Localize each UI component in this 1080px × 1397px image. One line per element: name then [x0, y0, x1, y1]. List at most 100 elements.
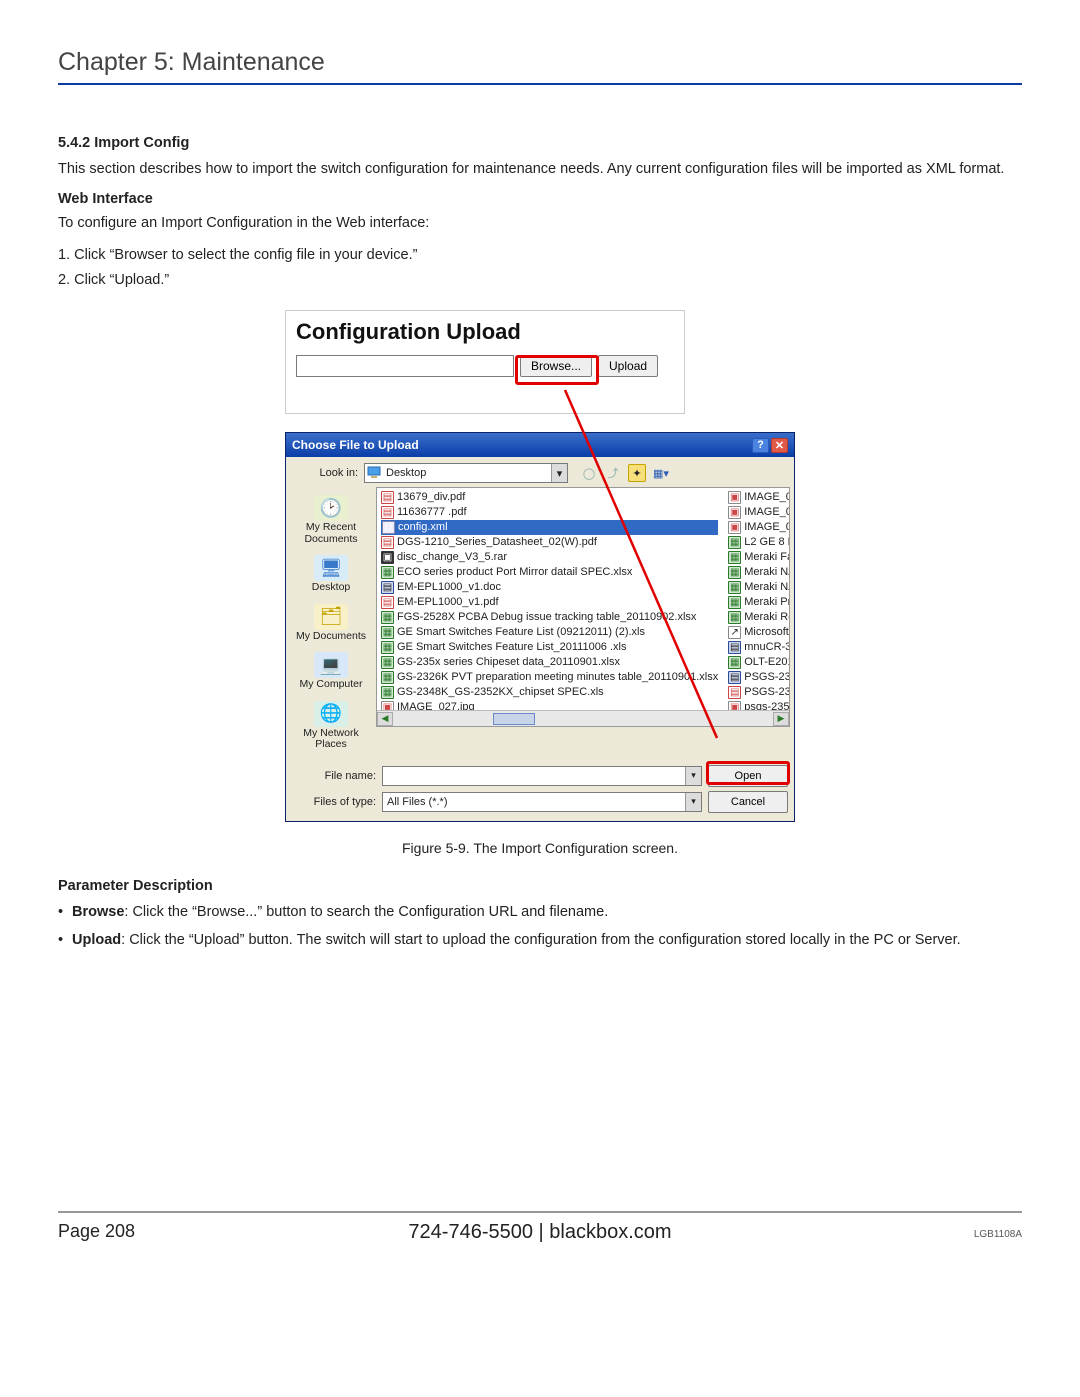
xml-icon: ⟨⟩	[382, 521, 395, 534]
sidebar-desktop[interactable]: 🖥 Desktop	[288, 551, 374, 598]
sidebar-recent-documents[interactable]: 🕑 My Recent Documents	[288, 491, 374, 549]
file-item-label: disc_change_V3_5.rar	[397, 550, 507, 565]
xls-icon: ▦	[381, 671, 394, 684]
new-folder-icon[interactable]: ✦	[628, 464, 646, 482]
file-item-label: ECO series product Port Mirror datail SP…	[397, 565, 632, 580]
chevron-down-icon[interactable]: ▾	[685, 767, 701, 785]
file-item[interactable]: ▤11636777 .pdf	[381, 505, 718, 520]
sidebar-my-network[interactable]: 🌐 My Network Places	[288, 697, 374, 755]
lookin-value: Desktop	[386, 467, 426, 479]
pdf-icon: ▤	[728, 686, 741, 699]
xls-icon: ▦	[728, 596, 741, 609]
xls-icon: ▦	[728, 611, 741, 624]
file-item[interactable]: ▣IMAGE_041.jpg	[728, 520, 790, 535]
file-item-label: GE Smart Switches Feature List (09212011…	[397, 625, 645, 640]
xls-icon: ▦	[381, 626, 394, 639]
file-item[interactable]: ▦ECO series product Port Mirror datail S…	[381, 565, 718, 580]
doc-icon: ▤	[728, 671, 741, 684]
file-item[interactable]: ▦GE Smart Switches Feature List_20111006…	[381, 640, 718, 655]
file-type-dropdown[interactable]: All Files (*.*) ▾	[382, 792, 702, 812]
model-number: LGB1108A	[974, 1229, 1022, 1240]
file-item[interactable]: ▦Meraki Fan issue t	[728, 550, 790, 565]
file-item[interactable]: ↗Microsoft Outlook	[728, 625, 790, 640]
file-item[interactable]: ▦Meraki Review Me	[728, 610, 790, 625]
upload-button[interactable]: Upload	[598, 355, 658, 377]
file-item[interactable]: ▤EM-EPL1000_v1.doc	[381, 580, 718, 595]
sidebar-my-computer[interactable]: 💻 My Computer	[288, 648, 374, 695]
scroll-right-icon[interactable]: ▶	[773, 712, 789, 726]
section-intro: This section describes how to import the…	[58, 159, 1022, 181]
xls-icon: ▦	[728, 536, 741, 549]
file-item[interactable]: ▤mnuCR-3816(2008	[728, 640, 790, 655]
file-item[interactable]: ▣IMAGE_040.jpg	[728, 505, 790, 520]
nav-up-icon[interactable]: ⤴	[604, 464, 622, 482]
file-item-label: FGS-2528X PCBA Debug issue tracking tabl…	[397, 610, 696, 625]
file-item[interactable]: ▤EM-EPL1000_v1.pdf	[381, 595, 718, 610]
close-icon[interactable]: ✕	[771, 438, 788, 453]
file-item[interactable]: ▤13679_div.pdf	[381, 490, 718, 505]
file-item[interactable]: ▦L2 GE 8 Ports PoE	[728, 535, 790, 550]
scroll-left-icon[interactable]: ◀	[377, 712, 393, 726]
file-item-label: GS-235x series Chipeset data_20110901.xl…	[397, 655, 620, 670]
browse-button[interactable]: Browse...	[520, 355, 592, 377]
file-item[interactable]: ▣IMAGE_028.jpg	[728, 490, 790, 505]
desktop-icon: 🖥	[314, 555, 348, 581]
file-item-label: IMAGE_040.jpg	[744, 505, 790, 520]
pdf-icon: ▤	[381, 491, 394, 504]
file-item[interactable]: ▤PSGS-2310G_HW I	[728, 685, 790, 700]
file-item-label: IMAGE_041.jpg	[744, 520, 790, 535]
xls-icon: ▦	[381, 611, 394, 624]
xls-icon: ▦	[381, 686, 394, 699]
file-item[interactable]: ▦Meraki Project MP	[728, 595, 790, 610]
chevron-down-icon: ▾	[551, 464, 567, 482]
file-item-label: PSGS-2310G_HW I	[744, 685, 790, 700]
sidebar-my-documents[interactable]: 🗂 My Documents	[288, 600, 374, 647]
cancel-button[interactable]: Cancel	[708, 791, 788, 813]
sidebar-label: My Network Places	[288, 728, 374, 751]
file-item[interactable]: ▦GS-2326K PVT preparation meeting minute…	[381, 670, 718, 685]
file-name-input[interactable]: ▾	[382, 766, 702, 786]
config-upload-panel: Configuration Upload Browse... Upload	[285, 310, 685, 414]
file-item[interactable]: ▦Meraki NAND flash	[728, 580, 790, 595]
file-item[interactable]: ▦GS-235x series Chipeset data_20110901.x…	[381, 655, 718, 670]
views-icon[interactable]: ▦▾	[652, 464, 670, 482]
sidebar-label: My Documents	[288, 631, 374, 643]
file-item[interactable]: ▣disc_change_V3_5.rar	[381, 550, 718, 565]
rar-icon: ▣	[381, 551, 394, 564]
file-item[interactable]: ⟨⟩config.xml	[381, 520, 718, 535]
step-2: 2. Click “Upload.”	[58, 270, 1022, 292]
file-item-label: OLT-E201 DVT Rev	[744, 655, 790, 670]
file-item[interactable]: ▤DGS-1210_Series_Datasheet_02(W).pdf	[381, 535, 718, 550]
file-item-label: Meraki NAND flash	[744, 565, 790, 580]
file-item[interactable]: ▦GS-2348K_GS-2352KX_chipset SPEC.xls	[381, 685, 718, 700]
desktop-icon	[367, 466, 383, 480]
lookin-dropdown[interactable]: Desktop ▾	[364, 463, 568, 483]
file-item-label: EM-EPL1000_v1.pdf	[397, 595, 499, 610]
scroll-thumb[interactable]	[493, 713, 535, 725]
config-file-input[interactable]	[296, 355, 514, 377]
open-button[interactable]: Open	[708, 765, 788, 787]
file-item[interactable]: ▦GE Smart Switches Feature List (0921201…	[381, 625, 718, 640]
file-name-label: File name:	[286, 770, 376, 782]
chevron-down-icon[interactable]: ▾	[685, 793, 701, 811]
pdf-icon: ▤	[381, 536, 394, 549]
file-item[interactable]: ▦OLT-E201 DVT Rev	[728, 655, 790, 670]
file-item[interactable]: ▤PSGS-2310G_HW I	[728, 670, 790, 685]
step-1: 1. Click “Browser to select the config f…	[58, 245, 1022, 267]
xls-icon: ▦	[728, 551, 741, 564]
file-item[interactable]: ▦FGS-2528X PCBA Debug issue tracking tab…	[381, 610, 718, 625]
file-item-label: Meraki Review Me	[744, 610, 790, 625]
web-interface-intro: To configure an Import Configuration in …	[58, 213, 1022, 235]
lookin-label: Look in:	[314, 467, 358, 479]
file-item[interactable]: ▦Meraki NAND flash	[728, 565, 790, 580]
file-chooser-dialog: Choose File to Upload ? ✕ Look in: Deskt…	[285, 432, 795, 822]
file-item-label: GS-2348K_GS-2352KX_chipset SPEC.xls	[397, 685, 604, 700]
web-interface-heading: Web Interface	[58, 191, 1022, 207]
nav-back-icon[interactable]: ◯	[580, 464, 598, 482]
dialog-title: Choose File to Upload	[292, 438, 419, 452]
pdf-icon: ▤	[381, 596, 394, 609]
horizontal-scrollbar[interactable]: ◀ ▶	[377, 710, 789, 726]
file-item-label: Meraki Project MP	[744, 595, 790, 610]
help-icon[interactable]: ?	[752, 438, 769, 453]
computer-icon: 💻	[314, 652, 348, 678]
